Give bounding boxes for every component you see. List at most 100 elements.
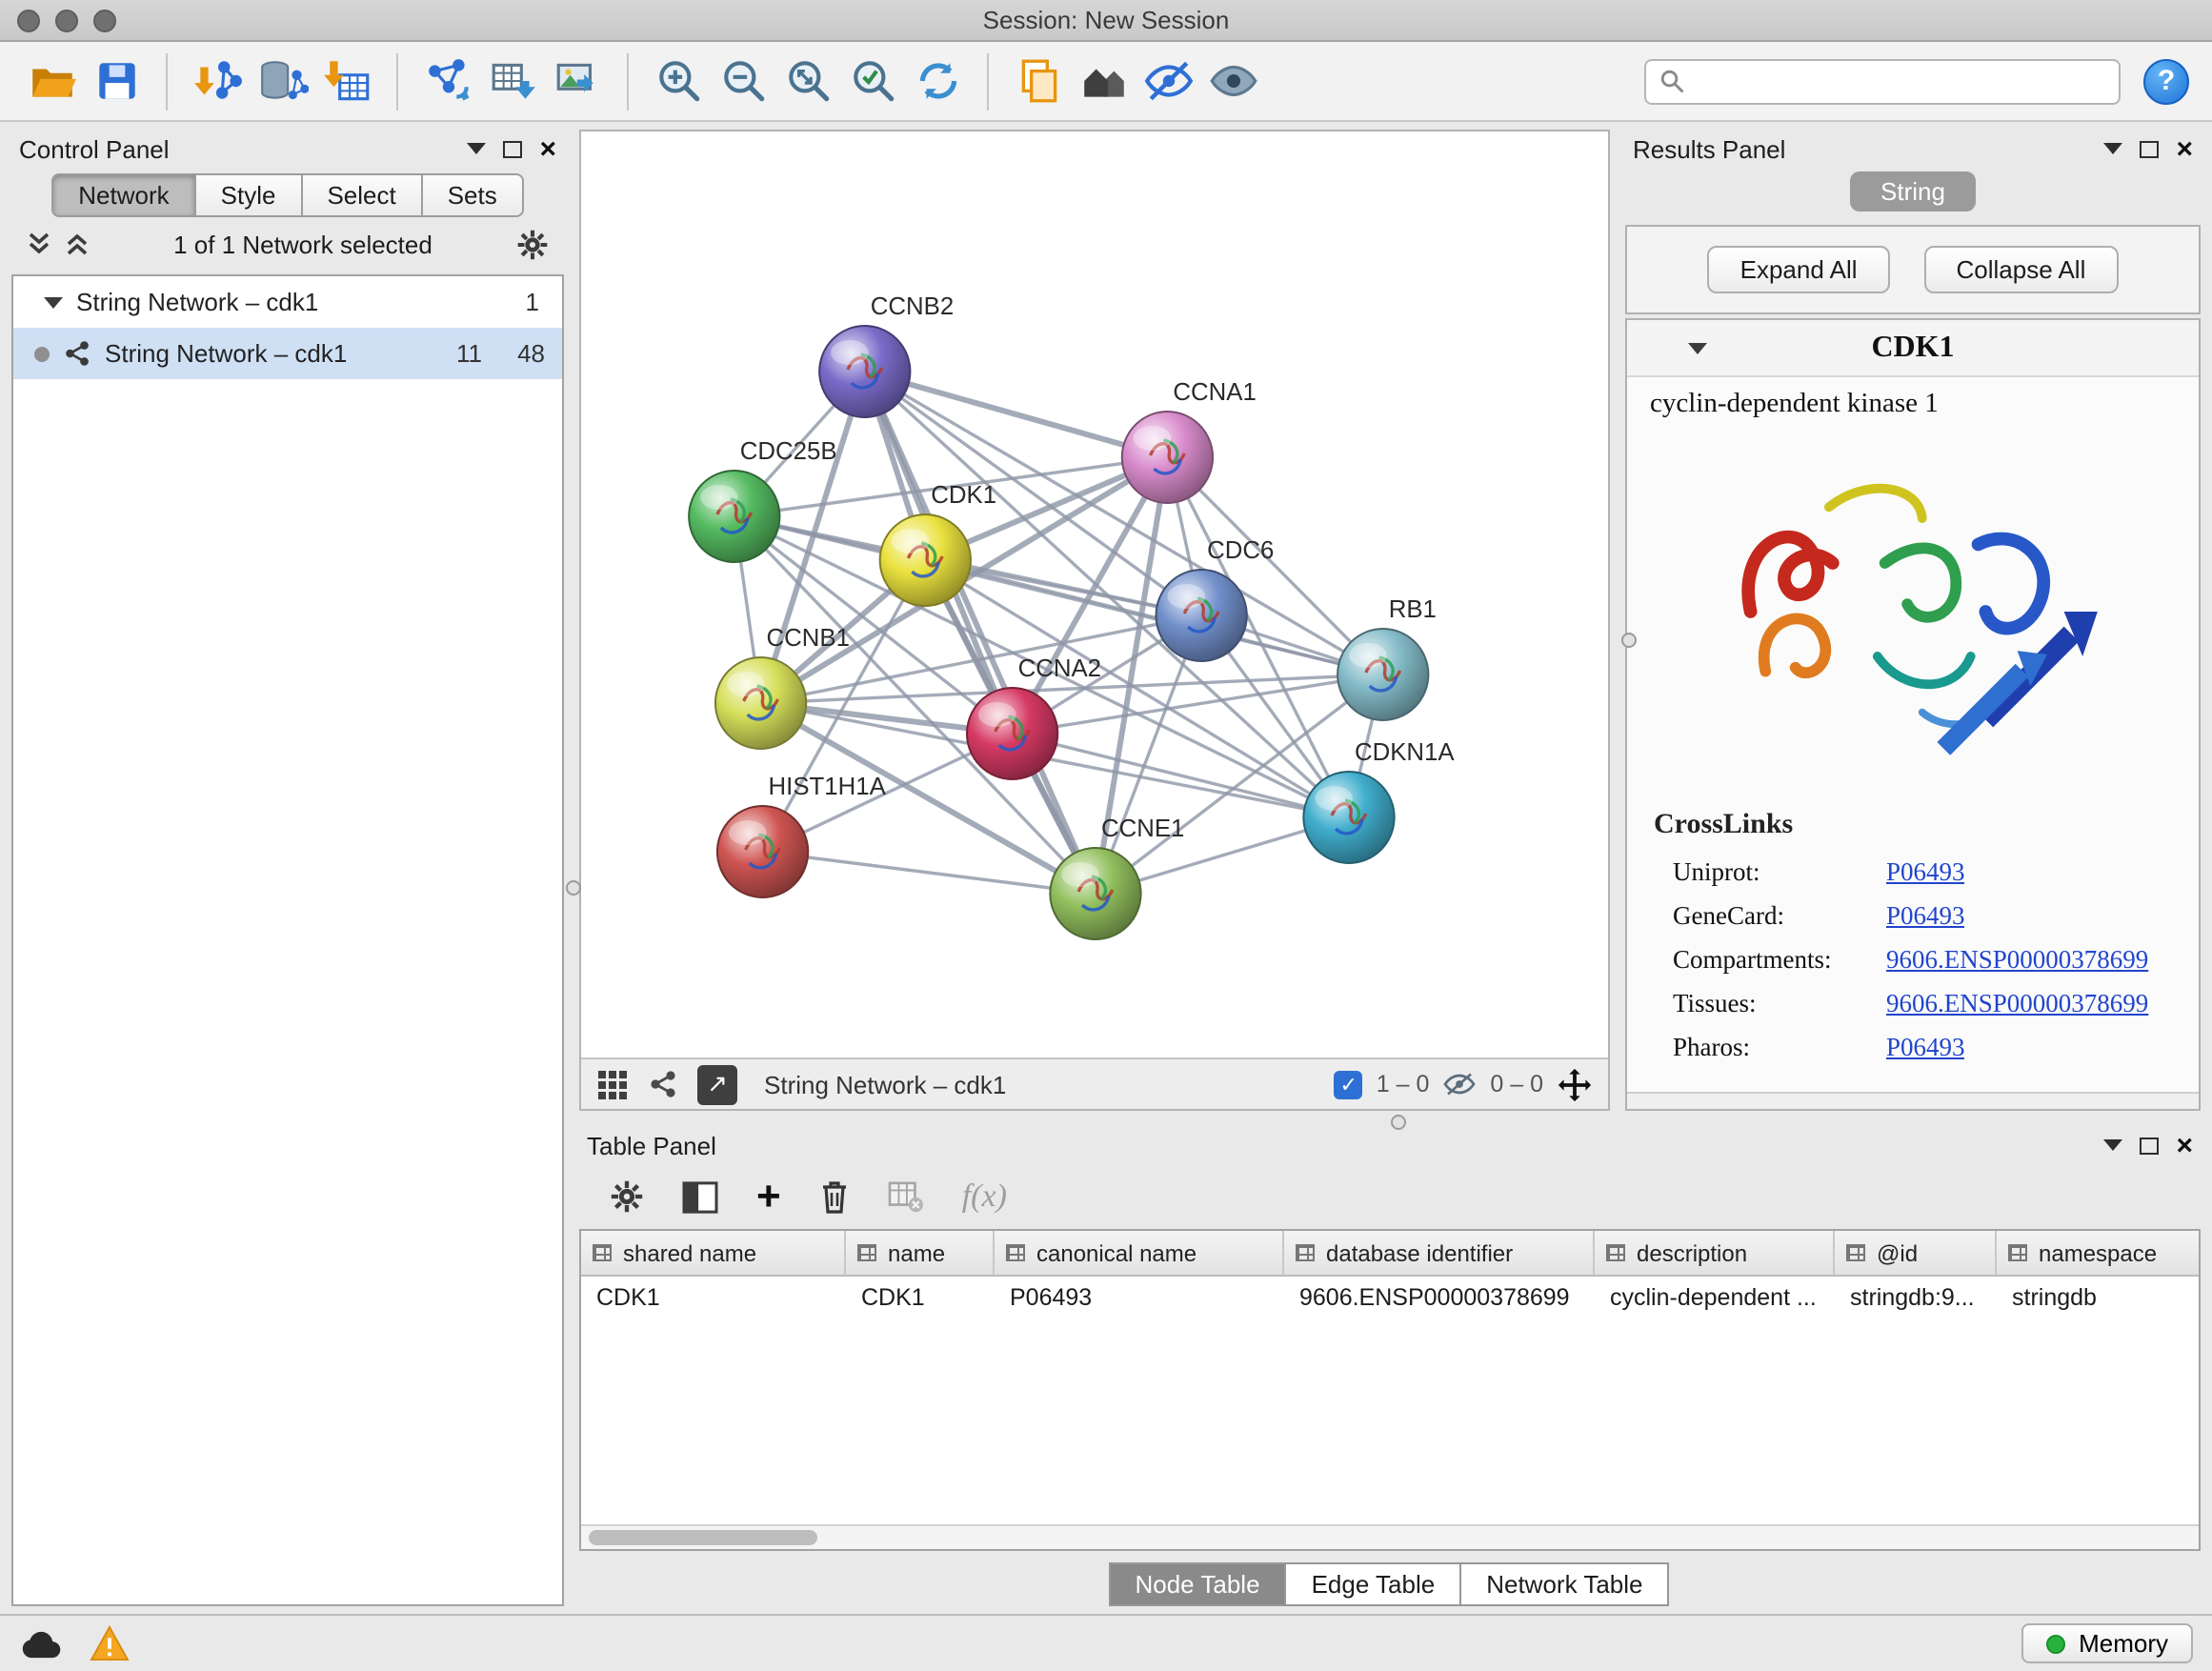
new-network-button[interactable] (415, 49, 480, 113)
table-cell[interactable]: stringdb (1997, 1277, 2199, 1319)
collapse-section-icon[interactable] (1688, 342, 1707, 363)
zoom-selected-button[interactable] (840, 49, 905, 113)
panel-close-icon[interactable]: × (2176, 1131, 2193, 1159)
node-CCNB2[interactable] (819, 326, 910, 417)
node-CCNE1[interactable] (1050, 848, 1140, 939)
delete-column-button[interactable] (819, 1179, 850, 1214)
table-settings-button[interactable] (610, 1179, 644, 1214)
panel-close-icon[interactable]: × (2176, 134, 2193, 163)
tab-style[interactable]: Style (194, 173, 303, 217)
scrollbar-thumb[interactable] (589, 1530, 817, 1545)
open-session-button[interactable] (19, 49, 84, 113)
delete-table-button[interactable] (888, 1180, 924, 1213)
panel-close-icon[interactable]: × (539, 134, 556, 163)
node-CDC25B[interactable] (689, 471, 779, 562)
search-input[interactable] (1694, 67, 2105, 95)
zoom-out-button[interactable] (711, 49, 775, 113)
node-RB1[interactable] (1337, 629, 1428, 720)
panel-float-icon[interactable] (503, 140, 522, 157)
network-collection-row[interactable]: String Network – cdk1 1 (13, 276, 562, 328)
zoom-in-button[interactable] (646, 49, 711, 113)
export-image-button[interactable] (545, 49, 610, 113)
column-header-@id[interactable]: @id (1835, 1231, 1997, 1275)
hidden-eye-icon[interactable] (1442, 1071, 1477, 1097)
panel-menu-icon[interactable] (2103, 1139, 2122, 1160)
save-session-button[interactable] (84, 49, 149, 113)
detach-view-button[interactable]: ↗ (697, 1064, 737, 1104)
edge-CCNE1-HIST1H1A[interactable] (763, 852, 1096, 894)
tab-edge-table[interactable]: Edge Table (1285, 1562, 1462, 1606)
panel-float-icon[interactable] (2140, 140, 2159, 157)
minimize-window-button[interactable] (55, 9, 78, 31)
zoom-window-button[interactable] (93, 9, 116, 31)
tab-network[interactable]: Network (51, 173, 195, 217)
tab-node-table[interactable]: Node Table (1108, 1562, 1286, 1606)
import-network-database-button[interactable] (250, 49, 314, 113)
share-network-icon[interactable] (648, 1069, 678, 1099)
table-horizontal-scrollbar[interactable] (581, 1524, 2199, 1549)
crosslink-link[interactable]: 9606.ENSP00000378699 (1886, 989, 2148, 1019)
gene-card-header[interactable]: CDK1 (1627, 320, 2199, 377)
tab-string[interactable]: String (1850, 171, 1976, 211)
column-header-database-identifier[interactable]: database identifier (1284, 1231, 1595, 1275)
crosslink-link[interactable]: 9606.ENSP00000378699 (1886, 945, 2148, 976)
hide-selected-button[interactable] (1136, 49, 1200, 113)
home-button[interactable] (1071, 49, 1136, 113)
results-scrollbar[interactable] (1627, 1092, 2199, 1109)
table-cell[interactable]: stringdb:9... (1835, 1277, 1997, 1319)
copy-document-button[interactable] (1006, 49, 1071, 113)
tab-network-table[interactable]: Network Table (1459, 1562, 1669, 1606)
node-HIST1H1A[interactable] (717, 806, 808, 897)
column-header-name[interactable]: name (846, 1231, 995, 1275)
table-cell[interactable]: cyclin-dependent ... (1595, 1277, 1835, 1319)
splitter-handle[interactable] (566, 880, 581, 896)
tab-select[interactable]: Select (300, 173, 422, 217)
panel-menu-icon[interactable] (467, 143, 486, 164)
help-button[interactable]: ? (2143, 58, 2189, 104)
column-header-namespace[interactable]: namespace (1997, 1231, 2199, 1275)
collapse-all-icon[interactable] (27, 231, 51, 257)
expand-all-icon[interactable] (65, 231, 90, 257)
table-cell[interactable]: 9606.ENSP00000378699 (1284, 1277, 1595, 1319)
memory-button[interactable]: Memory (2021, 1623, 2193, 1663)
import-table-button[interactable] (314, 49, 379, 113)
network-canvas[interactable]: CDK1CCNB1CCNB2CCNA1CCNA2CCNE1CDC25BCDC6R… (581, 131, 1608, 1057)
collapse-all-button[interactable]: Collapse All (1924, 246, 2119, 293)
column-header-canonical-name[interactable]: canonical name (995, 1231, 1284, 1275)
column-header-shared-name[interactable]: shared name (581, 1231, 846, 1275)
edge-CCNB2-CCNE1[interactable] (865, 372, 1096, 894)
crosslink-link[interactable]: P06493 (1886, 1033, 1965, 1063)
pan-move-icon[interactable] (1557, 1066, 1593, 1102)
function-builder-button[interactable]: f(x) (962, 1178, 1007, 1216)
node-CDK1[interactable] (880, 514, 971, 606)
import-network-file-button[interactable] (185, 49, 250, 113)
table-cell[interactable]: CDK1 (581, 1277, 846, 1319)
warning-icon[interactable] (90, 1625, 130, 1661)
expand-all-button[interactable]: Expand All (1708, 246, 1890, 293)
splitter-handle[interactable] (1391, 1115, 1406, 1130)
tab-sets[interactable]: Sets (421, 173, 524, 217)
table-cell[interactable]: P06493 (995, 1277, 1284, 1319)
panel-menu-icon[interactable] (2103, 143, 2122, 164)
tree-expand-icon[interactable] (44, 296, 63, 317)
node-CCNA1[interactable] (1122, 412, 1213, 503)
panel-float-icon[interactable] (2140, 1137, 2159, 1154)
show-columns-button[interactable] (682, 1180, 718, 1213)
cloud-icon[interactable] (19, 1627, 63, 1660)
close-window-button[interactable] (17, 9, 40, 31)
node-CDC6[interactable] (1156, 570, 1247, 661)
crosslink-link[interactable]: P06493 (1886, 901, 1965, 932)
zoom-fit-button[interactable] (775, 49, 840, 113)
show-graphics-button[interactable] (1200, 49, 1265, 113)
column-header-description[interactable]: description (1595, 1231, 1835, 1275)
grid-view-icon[interactable] (596, 1068, 629, 1100)
node-CDKN1A[interactable] (1303, 772, 1394, 863)
export-network-table-button[interactable] (480, 49, 545, 113)
table-cell[interactable]: CDK1 (846, 1277, 995, 1319)
splitter-handle[interactable] (1621, 633, 1637, 648)
gear-icon[interactable] (516, 228, 549, 260)
table-row[interactable]: CDK1CDK1P064939606.ENSP00000378699cyclin… (581, 1277, 2199, 1319)
node-CCNA2[interactable] (967, 688, 1057, 779)
network-row-selected[interactable]: String Network – cdk1 11 48 (13, 328, 562, 379)
crosslink-link[interactable]: P06493 (1886, 857, 1965, 888)
